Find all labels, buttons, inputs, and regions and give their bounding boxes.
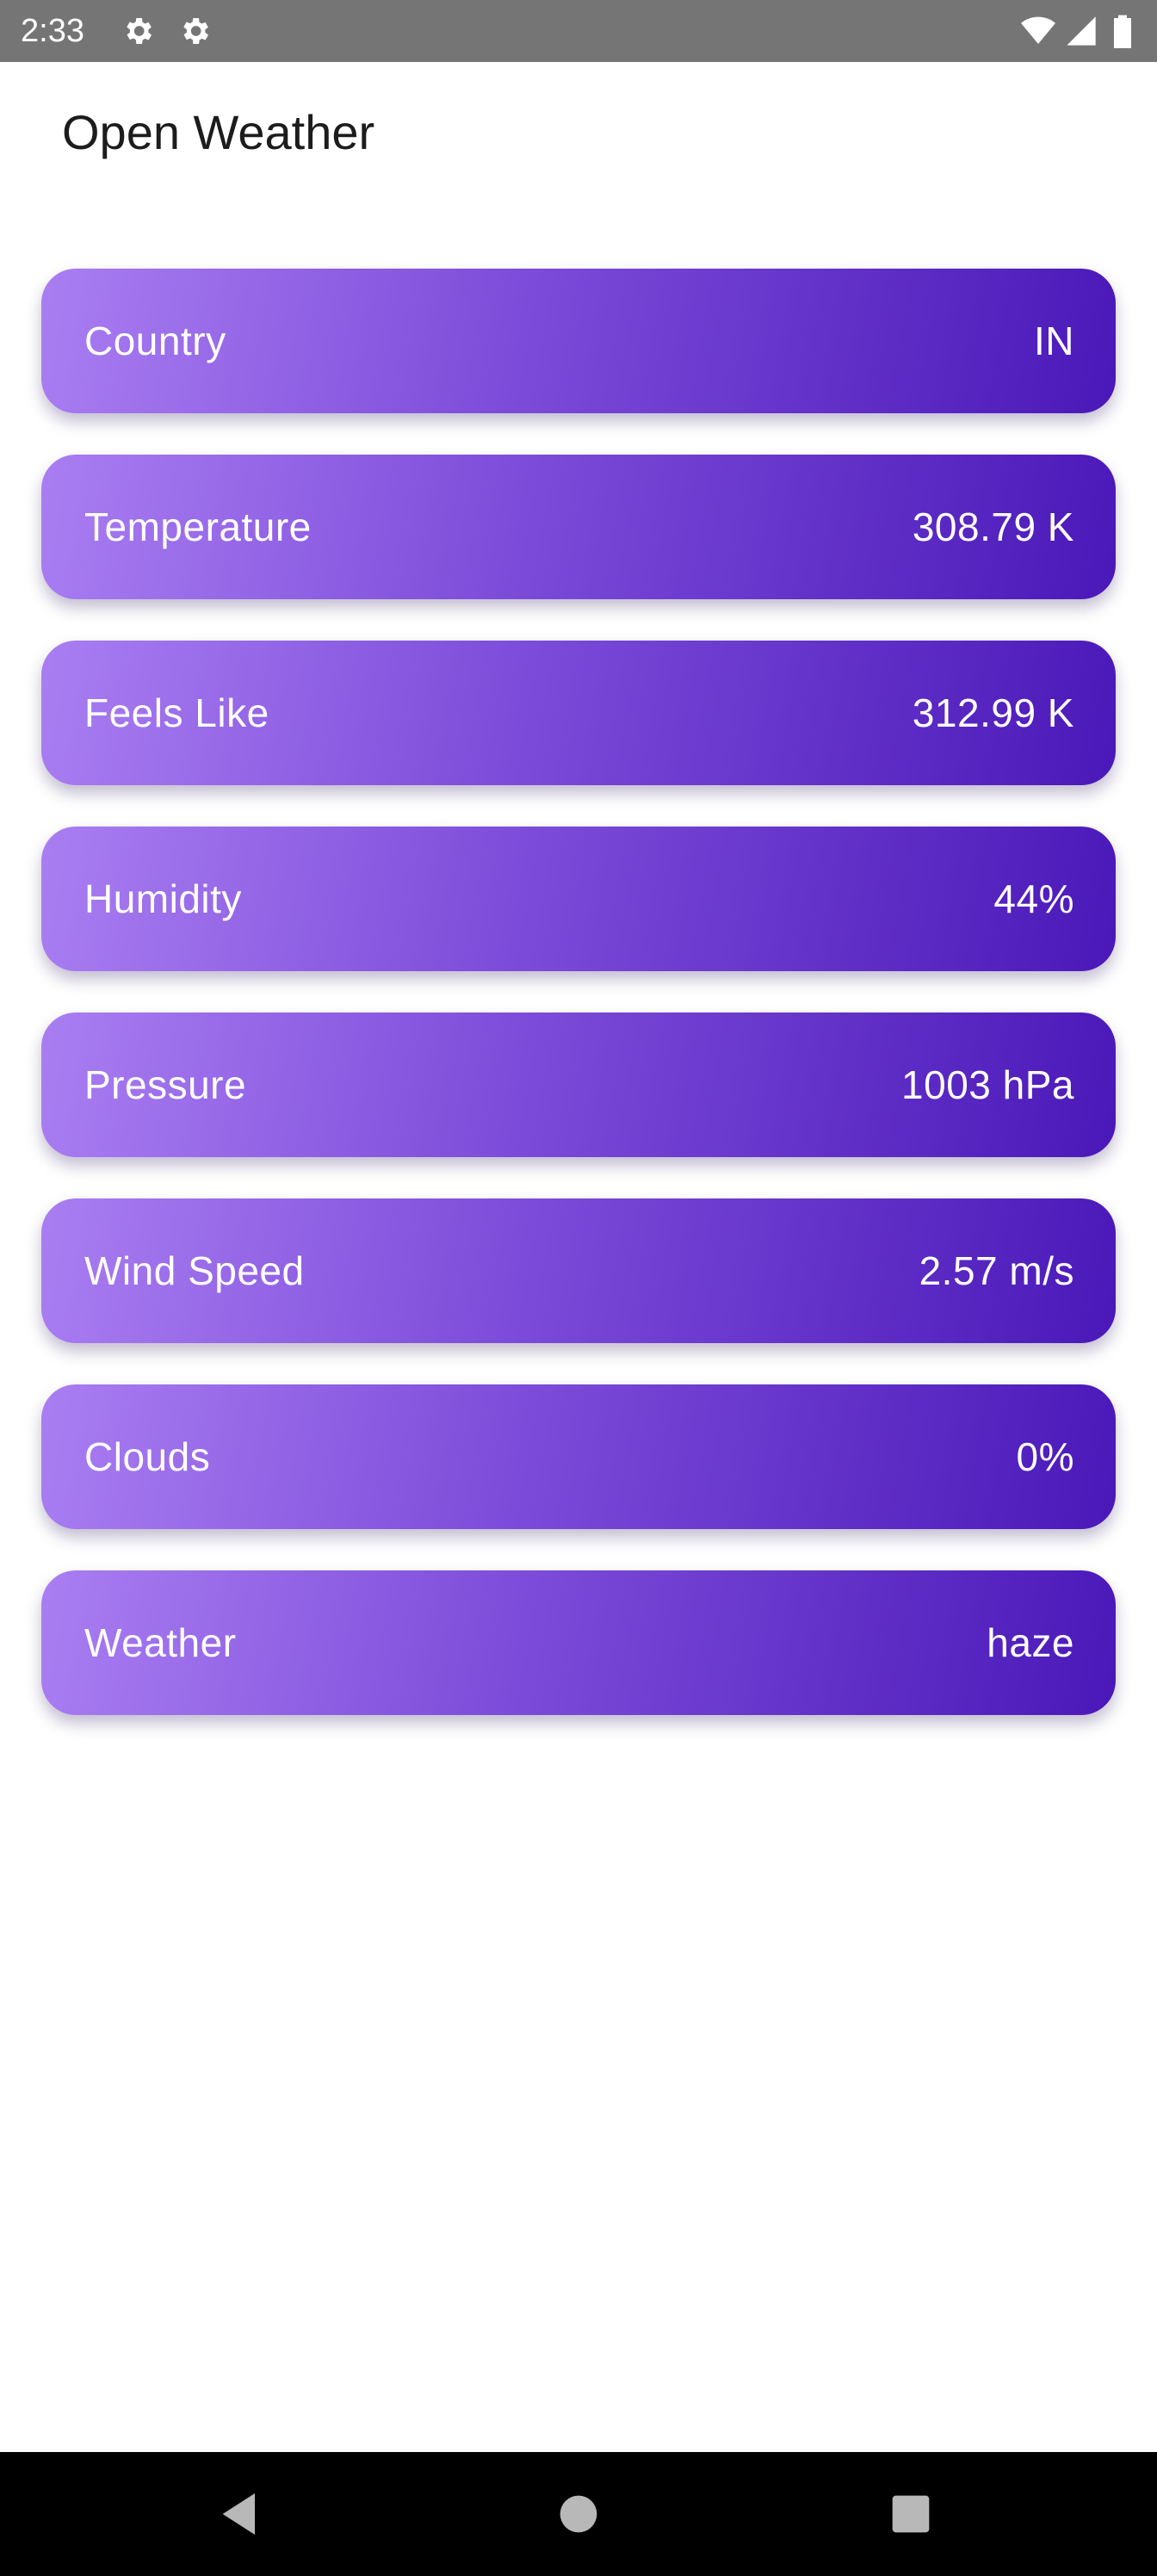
card-value: IN bbox=[1034, 319, 1074, 363]
wifi-icon bbox=[1021, 14, 1055, 48]
home-icon[interactable] bbox=[551, 2486, 606, 2542]
card-value: 1003 hPa bbox=[901, 1062, 1074, 1107]
card-value: 44% bbox=[993, 876, 1074, 921]
weather-card-pressure: Pressure 1003 hPa bbox=[41, 1012, 1116, 1157]
card-value: haze bbox=[987, 1620, 1074, 1665]
weather-card-feels-like: Feels Like 312.99 K bbox=[41, 641, 1116, 785]
signal-icon bbox=[1064, 14, 1098, 48]
card-label: Weather bbox=[84, 1620, 237, 1665]
weather-card-wind-speed: Wind Speed 2.57 m/s bbox=[41, 1198, 1116, 1343]
card-label: Wind Speed bbox=[84, 1248, 305, 1293]
card-value: 312.99 K bbox=[912, 690, 1074, 735]
recents-icon[interactable] bbox=[883, 2486, 938, 2542]
weather-card-list: Country IN Temperature 308.79 K Feels Li… bbox=[41, 269, 1116, 1756]
page-title: Open Weather bbox=[62, 105, 375, 159]
gear-icon bbox=[121, 14, 155, 48]
back-icon[interactable] bbox=[213, 2486, 269, 2542]
weather-card-clouds: Clouds 0% bbox=[41, 1384, 1116, 1529]
weather-card-country: Country IN bbox=[41, 269, 1116, 413]
card-label: Feels Like bbox=[84, 690, 269, 735]
status-time: 2:33 bbox=[21, 13, 84, 49]
card-value: 308.79 K bbox=[912, 505, 1074, 549]
card-label: Temperature bbox=[84, 505, 312, 549]
card-label: Country bbox=[84, 319, 226, 363]
gear-icon bbox=[177, 14, 212, 48]
weather-card-weather: Weather haze bbox=[41, 1570, 1116, 1715]
status-bar: 2:33 bbox=[0, 0, 1157, 62]
card-value: 0% bbox=[1016, 1434, 1074, 1479]
card-value: 2.57 m/s bbox=[919, 1248, 1074, 1293]
weather-card-temperature: Temperature 308.79 K bbox=[41, 455, 1116, 599]
card-label: Humidity bbox=[84, 876, 242, 921]
card-label: Pressure bbox=[84, 1062, 247, 1107]
battery-icon bbox=[1111, 14, 1135, 48]
weather-card-humidity: Humidity 44% bbox=[41, 827, 1116, 971]
card-label: Clouds bbox=[84, 1434, 211, 1479]
navigation-bar bbox=[0, 2452, 1157, 2576]
